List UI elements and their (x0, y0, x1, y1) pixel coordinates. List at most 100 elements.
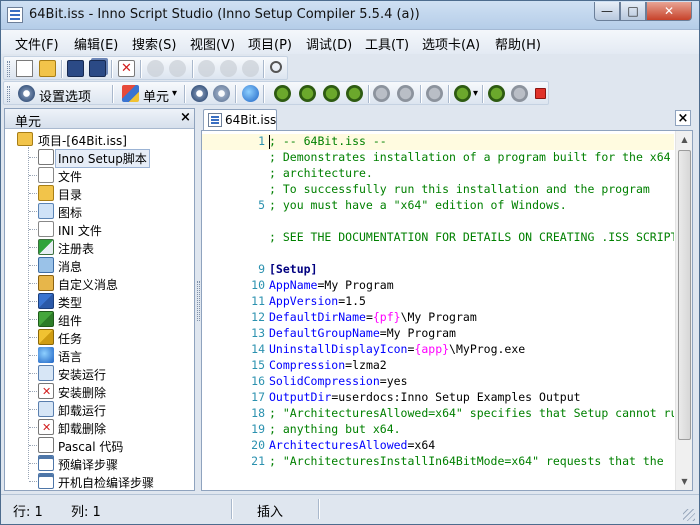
maximize-button[interactable]: □ (620, 2, 646, 21)
code-line[interactable]: 20 ArchitecturesAllowed=x64 (202, 438, 674, 454)
tree-item[interactable]: 自定义消息 (29, 274, 189, 292)
tree-item[interactable]: 开机自检编译步骤 (29, 472, 189, 490)
units-icon[interactable] (122, 85, 139, 102)
tree-item[interactable]: Pascal 代码 (29, 436, 189, 454)
code-line[interactable]: 21 ; "ArchitecturesInstallIn64BitMode=x64… (202, 454, 674, 470)
tree-item[interactable]: 文件 (29, 166, 189, 184)
pause-debug-icon[interactable] (373, 85, 390, 102)
menu-project[interactable]: 项目(P) (248, 34, 292, 53)
save-all-icon[interactable] (89, 60, 106, 77)
toolbar-grip[interactable] (7, 61, 10, 77)
tree-item[interactable]: 注册表 (29, 238, 189, 256)
stop-debug-icon[interactable] (397, 85, 414, 102)
units-chevron-down-icon[interactable]: ▾ (172, 88, 177, 99)
cut-icon[interactable] (198, 60, 215, 77)
menu-view[interactable]: 视图(V) (190, 34, 235, 53)
undo-icon[interactable] (147, 60, 164, 77)
units-dropdown-button[interactable]: 单元 (143, 86, 169, 105)
run-to-cursor-icon[interactable] (346, 85, 363, 102)
step-into-icon[interactable] (299, 85, 316, 102)
code-line[interactable]: ; SEE THE DOCUMENTATION FOR DETAILS ON C… (202, 230, 674, 246)
toolbar-grip[interactable] (7, 86, 10, 102)
close-tab-icon[interactable]: × (675, 110, 691, 126)
new-file-icon[interactable] (16, 60, 33, 77)
step-over-icon[interactable] (323, 85, 340, 102)
tree-item[interactable]: 任务 (29, 328, 189, 346)
web-update-icon[interactable] (242, 85, 259, 102)
open-file-icon[interactable] (39, 60, 56, 77)
tree-item-label: 目录 (58, 188, 83, 202)
menu-tools[interactable]: 工具(T) (365, 34, 409, 53)
breakpoint-icon[interactable] (426, 85, 443, 102)
tree-item[interactable]: Inno Setup脚本 (29, 148, 189, 168)
code-line[interactable]: ; architecture. (202, 166, 674, 182)
editor-tab-strip: 64Bit.iss (201, 108, 693, 131)
code-line[interactable]: 11 AppVersion=1.5 (202, 294, 674, 310)
code-line[interactable]: ; To successfully run this installation … (202, 182, 674, 198)
settings-options-button[interactable]: 设置选项 (39, 86, 91, 105)
code-editor[interactable]: 1 ; -- 64Bit.iss -- ; Demonstrates install… (201, 130, 693, 491)
menu-debug[interactable]: 调试(D) (306, 34, 352, 53)
menu-help[interactable]: 帮助(H) (495, 34, 541, 53)
code-line[interactable]: 14 UninstallDisplayIcon={app}\MyProg.exe (202, 342, 674, 358)
tree-item[interactable]: 语言 (29, 346, 189, 364)
scrollbar-thumb[interactable] (678, 150, 691, 440)
tree-item[interactable]: 组件 (29, 310, 189, 328)
tree-item[interactable]: 安装删除 (29, 382, 189, 400)
resize-grip[interactable] (683, 509, 695, 521)
code-line[interactable]: 19 ; anything but x64. (202, 422, 674, 438)
tab-64bit-iss[interactable]: 64Bit.iss (203, 109, 277, 131)
menu-search[interactable]: 搜索(S) (132, 34, 176, 53)
debug-options-icon[interactable] (454, 85, 471, 102)
code-line[interactable]: 10 AppName=My Program (202, 278, 674, 294)
close-file-icon[interactable]: ✕ (118, 60, 135, 77)
code-line[interactable]: 5 ; you must have a "x64" edition of Wind… (202, 198, 674, 214)
menu-tabs[interactable]: 选项卡(A) (422, 34, 480, 53)
save-icon[interactable] (67, 60, 84, 77)
paste-icon[interactable] (242, 60, 259, 77)
stop-icon[interactable] (535, 88, 546, 99)
units-panel-close-icon[interactable]: × (180, 110, 191, 125)
close-window-button[interactable]: ✕ (646, 2, 692, 21)
menu-edit[interactable]: 编辑(E) (74, 34, 118, 53)
debug-chevron-down-icon[interactable]: ▾ (473, 88, 478, 99)
code-line[interactable]: 12 DefaultDirName={pf}\My Program (202, 310, 674, 326)
minimize-button[interactable]: — (594, 2, 620, 21)
run-debug-icon[interactable] (274, 85, 291, 102)
install-delete-icon (38, 383, 54, 399)
settings-icon[interactable] (18, 85, 35, 102)
tree-item[interactable]: 安装运行 (29, 364, 189, 382)
tree-item[interactable]: 卸载删除 (29, 418, 189, 436)
redo-icon[interactable] (169, 60, 186, 77)
compile-settings-icon[interactable] (213, 85, 230, 102)
tree-item[interactable]: 消息 (29, 256, 189, 274)
code-line[interactable]: ; Demonstrates installation of a program… (202, 150, 674, 166)
compile-icon[interactable] (191, 85, 208, 102)
find-icon[interactable] (270, 61, 282, 73)
code-line[interactable]: 18 ; "ArchitecturesAllowed=x64" specifies… (202, 406, 674, 422)
tree-item[interactable]: 图标 (29, 202, 189, 220)
code-line[interactable]: 1 ; -- 64Bit.iss -- (202, 134, 674, 150)
title-bar[interactable]: 64Bit.iss - Inno Script Studio (Inno Set… (1, 1, 699, 30)
tree-item[interactable]: 目录 (29, 184, 189, 202)
line-number: 18 (251, 406, 265, 420)
code-line[interactable]: 13 DefaultGroupName=My Program (202, 326, 674, 342)
tree-item[interactable]: 卸载运行 (29, 400, 189, 418)
copy-icon[interactable] (220, 60, 237, 77)
test-uninstall-icon[interactable] (511, 85, 528, 102)
test-install-icon[interactable] (488, 85, 505, 102)
code-line[interactable]: 9 [Setup] (202, 262, 674, 278)
code-line[interactable] (202, 214, 674, 230)
code-line[interactable]: 16 SolidCompression=yes (202, 374, 674, 390)
tree-item[interactable]: INI 文件 (29, 220, 189, 238)
code-line[interactable] (202, 246, 674, 262)
scroll-down-icon[interactable]: ▼ (676, 473, 692, 490)
vertical-scrollbar[interactable]: ▲ ▼ (675, 131, 692, 490)
code-line[interactable]: 15 Compression=lzma2 (202, 358, 674, 374)
menu-file[interactable]: 文件(F) (15, 34, 59, 53)
tree-item[interactable]: 预编译步骤 (29, 454, 189, 472)
scroll-up-icon[interactable]: ▲ (676, 131, 692, 148)
panel-splitter[interactable] (197, 281, 200, 321)
code-line[interactable]: 17 OutputDir=userdocs:Inno Setup Examples… (202, 390, 674, 406)
tree-item[interactable]: 类型 (29, 292, 189, 310)
